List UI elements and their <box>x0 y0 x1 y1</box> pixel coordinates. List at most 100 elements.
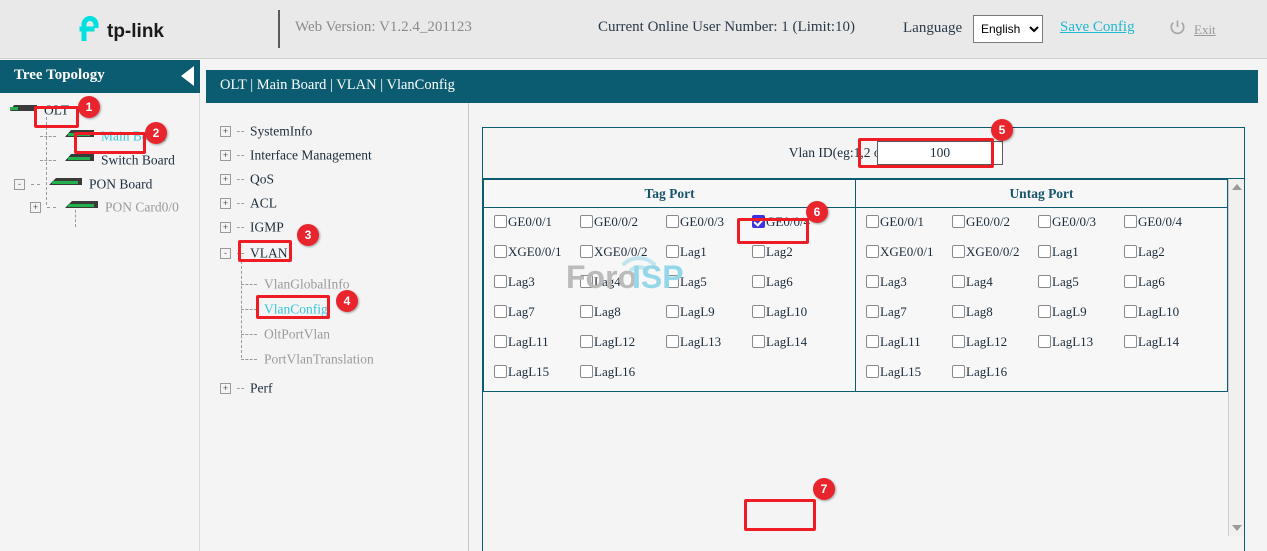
untag-port-item[interactable]: LagL15 <box>866 363 921 385</box>
menu-item-perf[interactable]: + Perf <box>220 379 273 399</box>
untag-port-item[interactable]: GE0/0/3 <box>1038 213 1096 235</box>
menu-item-qos[interactable]: + QoS <box>220 170 274 190</box>
tag-checkbox-lag1[interactable] <box>666 245 679 258</box>
tree-node-main-board[interactable]: Main Board <box>40 127 166 147</box>
untag-checkbox-lag5[interactable] <box>1038 275 1051 288</box>
expander-toggle-icon[interactable]: - <box>14 178 25 190</box>
untag-checkbox-ge0-0-4[interactable] <box>1124 215 1137 228</box>
save-config-link[interactable]: Save Config <box>1060 19 1135 36</box>
tag-port-item[interactable]: Lag4 <box>580 273 621 295</box>
expander-toggle-icon[interactable]: + <box>30 201 41 213</box>
tag-port-item[interactable]: GE0/0/2 <box>580 213 638 235</box>
untag-checkbox-ge0-0-1[interactable] <box>866 215 879 228</box>
untag-checkbox-xge0-0-2[interactable] <box>952 245 965 258</box>
expander-toggle-icon[interactable]: + <box>220 173 231 185</box>
expander-toggle-icon[interactable]: + <box>220 197 231 209</box>
untag-checkbox-lagl12[interactable] <box>952 335 965 348</box>
scroll-up-arrow-icon[interactable] <box>1232 184 1242 190</box>
untag-port-item[interactable]: LagL10 <box>1124 303 1179 325</box>
untag-checkbox-lagl13[interactable] <box>1038 335 1051 348</box>
language-select[interactable]: English <box>973 15 1043 43</box>
untag-port-item[interactable]: Lag8 <box>952 303 993 325</box>
tag-checkbox-ge0-0-2[interactable] <box>580 215 593 228</box>
untag-checkbox-lag8[interactable] <box>952 305 965 318</box>
expander-toggle-icon[interactable]: + <box>220 149 231 161</box>
untag-checkbox-lagl10[interactable] <box>1124 305 1137 318</box>
untag-port-item[interactable]: LagL14 <box>1124 333 1179 355</box>
menu-item-igmp[interactable]: + IGMP <box>220 218 284 238</box>
menu-item-acl[interactable]: + ACL <box>220 194 277 214</box>
tag-checkbox-lag4[interactable] <box>580 275 593 288</box>
untag-checkbox-lagl15[interactable] <box>866 365 879 378</box>
vlan-id-input[interactable] <box>877 141 1003 165</box>
untag-checkbox-lagl14[interactable] <box>1124 335 1137 348</box>
tag-port-item[interactable]: Lag2 <box>752 243 793 265</box>
tag-port-item[interactable]: LagL10 <box>752 303 807 325</box>
port-list-scrollbar[interactable] <box>1228 179 1244 536</box>
untag-checkbox-lag7[interactable] <box>866 305 879 318</box>
tag-checkbox-lag7[interactable] <box>494 305 507 318</box>
expander-toggle-icon[interactable]: - <box>220 247 231 259</box>
menu-item-vlan[interactable]: - VLAN <box>220 244 288 264</box>
tag-checkbox-lagl9[interactable] <box>666 305 679 318</box>
expander-toggle-icon[interactable]: + <box>220 221 231 233</box>
untag-checkbox-lagl11[interactable] <box>866 335 879 348</box>
expander-toggle-icon[interactable]: + <box>220 125 231 137</box>
menu-item-oltportvlan[interactable]: OltPortVlan <box>241 325 330 345</box>
untag-port-item[interactable]: Lag5 <box>1038 273 1079 295</box>
untag-port-item[interactable]: Lag1 <box>1038 243 1079 265</box>
expander-toggle-icon[interactable]: + <box>220 382 231 394</box>
untag-checkbox-ge0-0-3[interactable] <box>1038 215 1051 228</box>
tag-port-item[interactable]: Lag8 <box>580 303 621 325</box>
untag-checkbox-lagl9[interactable] <box>1038 305 1051 318</box>
tag-port-item[interactable]: Lag6 <box>752 273 793 295</box>
untag-port-item[interactable]: LagL16 <box>952 363 1007 385</box>
untag-checkbox-xge0-0-1[interactable] <box>866 245 879 258</box>
tag-checkbox-lagl10[interactable] <box>752 305 765 318</box>
menu-item-systeminfo[interactable]: + SystemInfo <box>220 122 312 142</box>
untag-checkbox-lag6[interactable] <box>1124 275 1137 288</box>
tag-port-item[interactable]: Lag3 <box>494 273 535 295</box>
tag-port-item[interactable]: GE0/0/3 <box>666 213 724 235</box>
tree-node-pon-card[interactable]: + PON Card0/0 <box>30 198 179 218</box>
collapse-panel-arrow-icon[interactable] <box>181 66 194 86</box>
tag-port-item[interactable]: LagL9 <box>666 303 715 325</box>
tag-port-item[interactable]: LagL15 <box>494 363 549 385</box>
menu-item-vlanglobalinfo[interactable]: VlanGlobalInfo <box>241 275 349 295</box>
exit-link[interactable]: Exit <box>1194 22 1216 38</box>
tag-checkbox-xge0-0-2[interactable] <box>580 245 593 258</box>
tag-checkbox-lag2[interactable] <box>752 245 765 258</box>
tag-port-item[interactable]: Lag1 <box>666 243 707 265</box>
tag-port-item[interactable]: LagL14 <box>752 333 807 355</box>
tag-port-item[interactable]: XGE0/0/1 <box>494 243 561 265</box>
tag-checkbox-lag5[interactable] <box>666 275 679 288</box>
untag-port-item[interactable]: GE0/0/4 <box>1124 213 1182 235</box>
untag-port-item[interactable]: Lag7 <box>866 303 907 325</box>
untag-port-item[interactable]: Lag2 <box>1124 243 1165 265</box>
untag-port-item[interactable]: LagL9 <box>1038 303 1087 325</box>
untag-port-item[interactable]: XGE0/0/2 <box>952 243 1019 265</box>
untag-checkbox-lag4[interactable] <box>952 275 965 288</box>
menu-item-portvlantranslation[interactable]: PortVlanTranslation <box>241 350 374 370</box>
tag-checkbox-lag6[interactable] <box>752 275 765 288</box>
scroll-down-arrow-icon[interactable] <box>1232 525 1242 531</box>
tag-port-item[interactable]: Lag7 <box>494 303 535 325</box>
untag-port-item[interactable]: LagL12 <box>952 333 1007 355</box>
menu-item-vlanconfig[interactable]: VlanConfig <box>241 300 328 320</box>
untag-checkbox-lag2[interactable] <box>1124 245 1137 258</box>
untag-checkbox-lag1[interactable] <box>1038 245 1051 258</box>
tag-checkbox-ge0-0-1[interactable] <box>494 215 507 228</box>
untag-checkbox-lag3[interactable] <box>866 275 879 288</box>
tag-checkbox-lagl13[interactable] <box>666 335 679 348</box>
tag-port-item[interactable]: Lag5 <box>666 273 707 295</box>
tag-port-item[interactable]: LagL12 <box>580 333 635 355</box>
menu-item-interface-management[interactable]: + Interface Management <box>220 146 372 166</box>
tag-checkbox-lag8[interactable] <box>580 305 593 318</box>
tag-checkbox-lagl12[interactable] <box>580 335 593 348</box>
tree-node-switch-board[interactable]: Switch Board <box>40 151 175 171</box>
tag-checkbox-lagl11[interactable] <box>494 335 507 348</box>
tag-port-item[interactable]: LagL16 <box>580 363 635 385</box>
untag-port-item[interactable]: GE0/0/1 <box>866 213 924 235</box>
untag-port-item[interactable]: Lag4 <box>952 273 993 295</box>
untag-port-item[interactable]: Lag3 <box>866 273 907 295</box>
